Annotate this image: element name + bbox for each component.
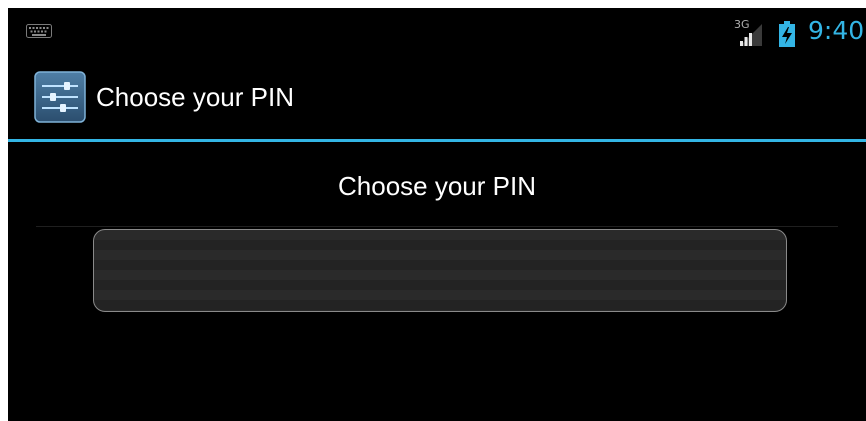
signal-icon: 3G [734, 19, 764, 46]
action-bar-title: Choose your PIN [96, 82, 294, 112]
settings-sliders-icon[interactable] [34, 71, 86, 123]
status-bar: 3G 9:40 [8, 8, 866, 54]
pin-input[interactable] [93, 229, 787, 312]
device-screen: 3G 9:40 Choose your PIN Choose your PIN [8, 8, 866, 421]
status-clock: 9:40 [808, 16, 865, 45]
action-bar-divider [8, 139, 866, 142]
keyboard-icon [26, 24, 52, 38]
action-bar: Choose your PIN [8, 66, 866, 138]
battery-charging-icon [779, 21, 795, 47]
content-divider [36, 226, 838, 227]
pin-prompt: Choose your PIN [338, 171, 536, 201]
